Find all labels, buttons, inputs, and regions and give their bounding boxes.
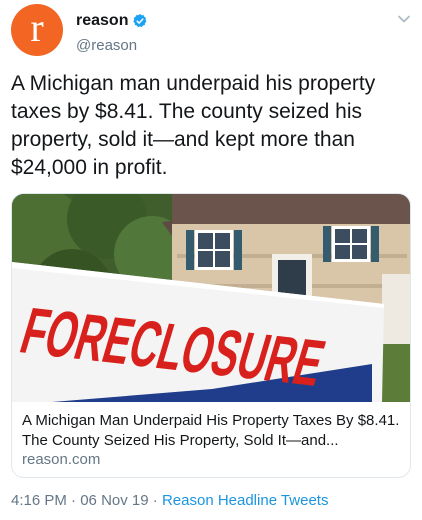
handle[interactable]: @reason: [76, 37, 137, 54]
display-name[interactable]: reason: [76, 12, 128, 30]
card-title[interactable]: A Michigan Man Underpaid His Property Ta…: [22, 411, 402, 451]
link-card[interactable]: FORECLOSURE A Michigan Man Underpaid His…: [11, 193, 411, 478]
foreclosure-photo: FORECLOSURE: [12, 194, 410, 402]
chevron-down-icon[interactable]: [397, 12, 411, 26]
verified-badge-icon: [133, 14, 147, 28]
tweet-text: A Michigan man underpaid his property ta…: [11, 72, 376, 179]
avatar-letter: r: [30, 5, 44, 50]
tweet-time[interactable]: 4:16 PM: [11, 492, 67, 509]
avatar[interactable]: r: [11, 4, 63, 56]
card-domain: reason.com: [22, 451, 101, 468]
separator: ·: [66, 492, 81, 509]
tweet-footer: 4:16 PM · 06 Nov 19 · Reason Headline Tw…: [11, 492, 328, 509]
tweet-header: r reason @reason: [11, 4, 411, 58]
tweet-source-link[interactable]: Reason Headline Tweets: [162, 492, 329, 509]
name-row: reason: [76, 12, 148, 30]
separator: ·: [148, 492, 162, 509]
card-image[interactable]: FORECLOSURE: [12, 194, 410, 402]
tweet-date[interactable]: 06 Nov 19: [80, 492, 148, 509]
